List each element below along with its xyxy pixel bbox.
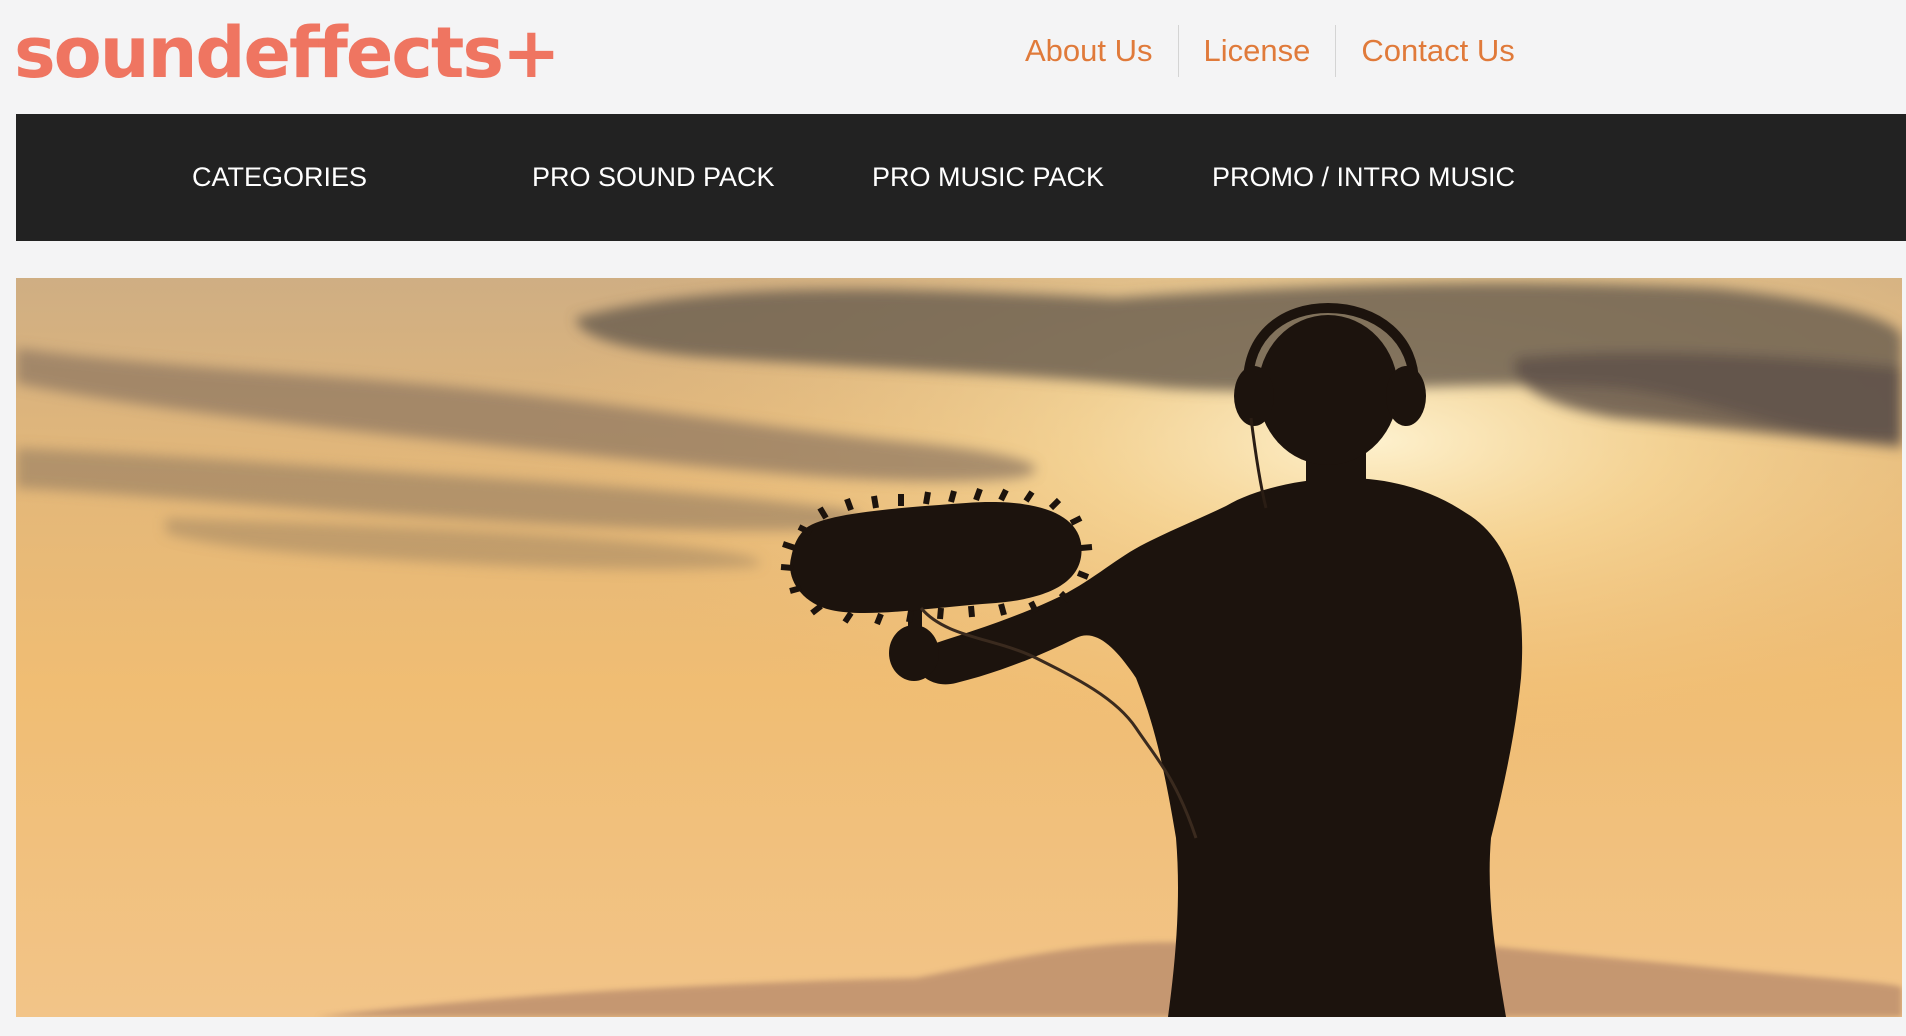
site-header: soundeffects+ About Us License Contact U… (0, 0, 1906, 114)
nav-item-promo-intro-music[interactable]: PROMO / INTRO MUSIC (1212, 114, 1515, 241)
hero-illustration (16, 278, 1902, 1017)
main-nav: CATEGORIES PRO SOUND PACK PRO MUSIC PACK… (16, 114, 1906, 241)
site-logo[interactable]: soundeffects+ (14, 8, 561, 98)
nav-item-pro-sound-pack[interactable]: PRO SOUND PACK (532, 114, 775, 241)
license-link[interactable]: License (1179, 24, 1336, 78)
hero-banner-image (16, 278, 1902, 1017)
nav-item-categories[interactable]: CATEGORIES (192, 114, 367, 241)
top-links: About Us License Contact Us (1000, 24, 1540, 78)
page: soundeffects+ About Us License Contact U… (0, 0, 1906, 1036)
contact-us-link[interactable]: Contact Us (1336, 24, 1539, 78)
nav-item-pro-music-pack[interactable]: PRO MUSIC PACK (872, 114, 1104, 241)
about-us-link[interactable]: About Us (1000, 24, 1178, 78)
